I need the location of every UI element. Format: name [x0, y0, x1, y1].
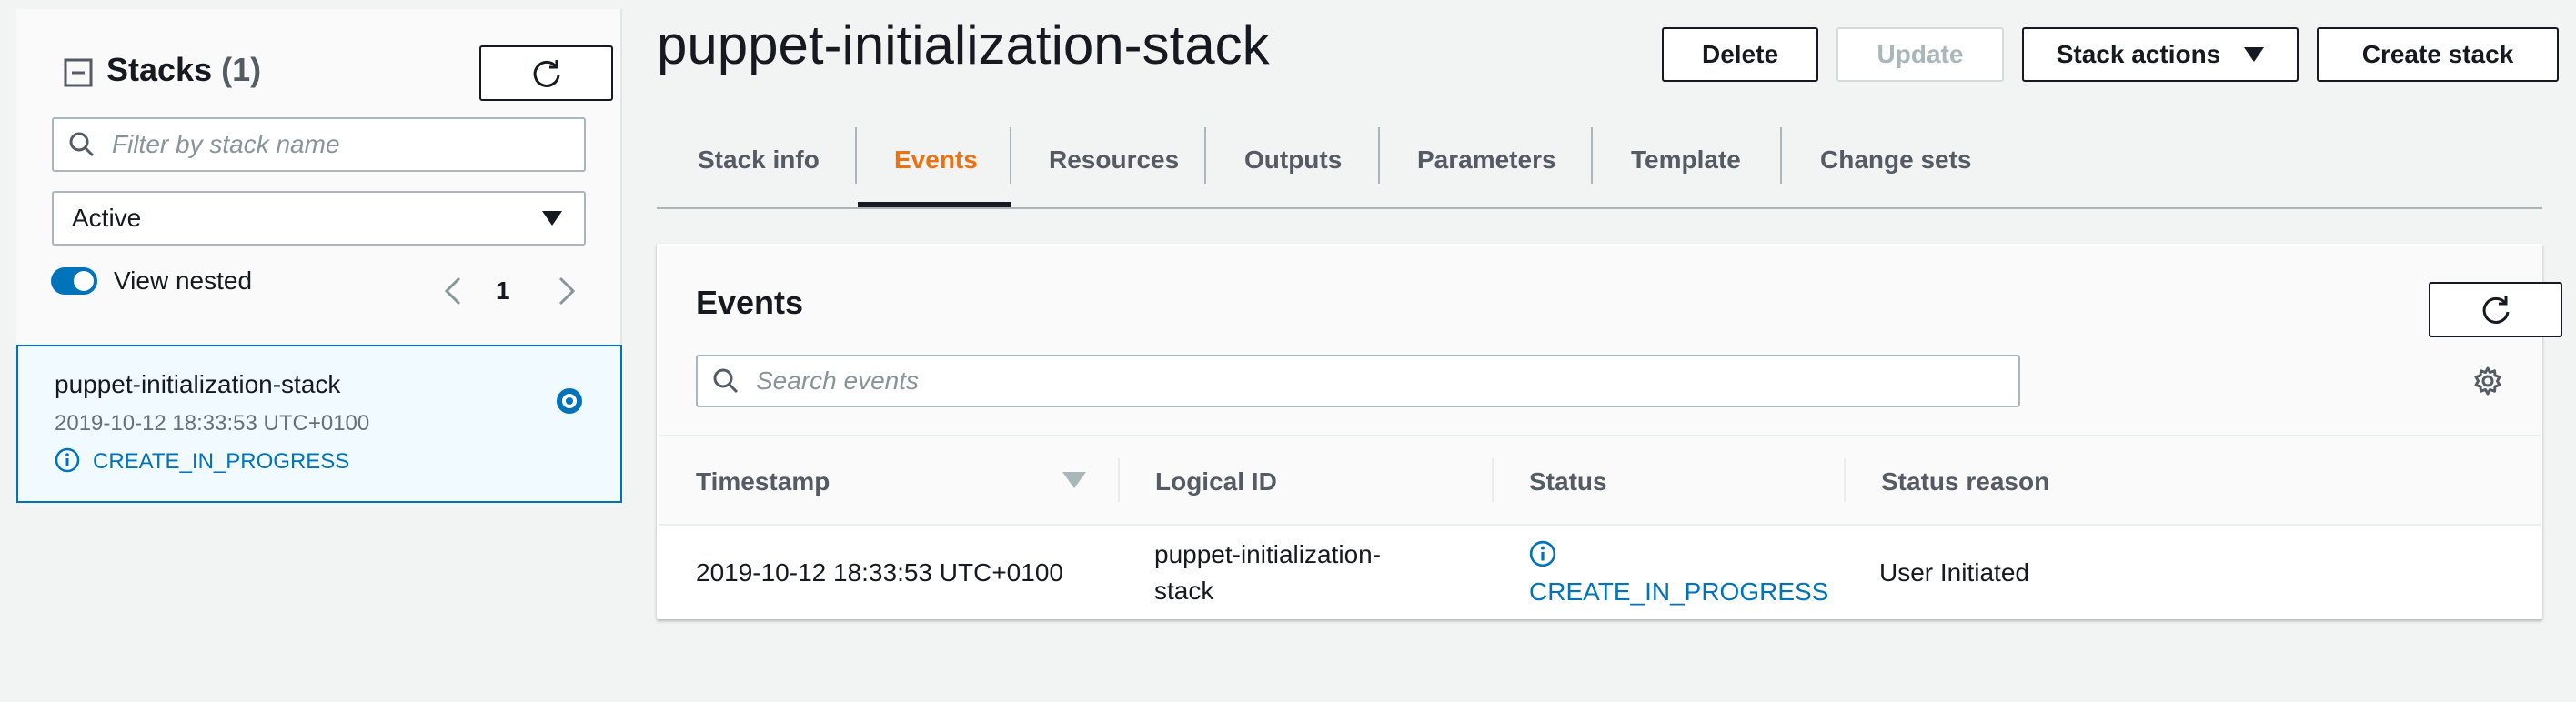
tab-template[interactable]: Template	[1631, 145, 1741, 175]
tab-outputs[interactable]: Outputs	[1244, 145, 1342, 175]
active-tab-indicator	[858, 202, 1011, 207]
stack-select-radio[interactable]	[557, 388, 582, 414]
tab-resources[interactable]: Resources	[1049, 145, 1179, 175]
event-logical-id-line2: stack	[1154, 577, 1214, 605]
view-nested-label: View nested	[114, 266, 253, 295]
event-status: CREATE_IN_PROGRESS	[1529, 577, 1829, 606]
stack-actions-button[interactable]: Stack actions	[2022, 27, 2299, 82]
stacks-title: Stacks (1)	[106, 51, 261, 89]
next-page-icon[interactable]	[553, 275, 579, 307]
sort-descending-icon[interactable]	[1062, 472, 1086, 488]
events-search-input[interactable]: Search events	[696, 355, 2020, 407]
search-icon	[68, 131, 96, 158]
column-divider	[1118, 458, 1120, 502]
column-header-status[interactable]: Status	[1529, 467, 1607, 496]
caret-down-icon	[2244, 47, 2265, 62]
event-logical-id-line1: puppet-initialization-	[1154, 540, 1382, 568]
stack-filter-input[interactable]: Filter by stack name	[52, 117, 586, 172]
previous-page-icon[interactable]	[441, 275, 467, 307]
tab-events[interactable]: Events	[894, 145, 978, 175]
view-nested-toggle[interactable]	[51, 267, 97, 295]
tab-divider	[1780, 127, 1782, 184]
stack-filter-placeholder: Filter by stack name	[112, 130, 340, 158]
delete-button[interactable]: Delete	[1662, 27, 1818, 82]
tab-bar: Stack info Events Resources Outputs Para…	[657, 118, 2542, 209]
info-icon	[1529, 540, 1556, 567]
column-divider	[1492, 458, 1494, 502]
stacks-title-label: Stacks	[106, 51, 213, 88]
search-icon	[712, 367, 740, 395]
event-timestamp: 2019-10-12 18:33:53 UTC+0100	[696, 558, 1063, 587]
page-number[interactable]: 1	[496, 276, 510, 306]
page-title: puppet-initialization-stack	[657, 15, 1270, 75]
events-title: Events	[696, 284, 804, 321]
stack-name[interactable]: puppet-initialization-stack	[55, 370, 340, 399]
tab-stack-info[interactable]: Stack info	[698, 145, 820, 175]
stack-status: CREATE_IN_PROGRESS	[93, 449, 350, 474]
column-header-logical-id[interactable]: Logical ID	[1155, 467, 1277, 496]
tab-divider	[1591, 127, 1593, 184]
events-search-placeholder: Search events	[756, 366, 919, 395]
stack-status-select-value: Active	[72, 204, 142, 232]
tab-divider	[1204, 127, 1206, 184]
gear-icon[interactable]	[2472, 366, 2503, 396]
stack-status-select[interactable]: Active	[52, 191, 586, 246]
stack-timestamp: 2019-10-12 18:33:53 UTC+0100	[55, 411, 370, 436]
event-status-reason: User Initiated	[1879, 558, 2029, 587]
column-divider	[1844, 458, 1846, 502]
tab-divider	[1010, 127, 1011, 184]
stacks-refresh-button[interactable]	[479, 45, 613, 101]
tab-parameters[interactable]: Parameters	[1417, 145, 1556, 175]
refresh-icon	[530, 57, 563, 90]
stacks-count: (1)	[221, 51, 262, 88]
info-icon	[55, 447, 80, 473]
caret-down-icon	[542, 211, 562, 226]
column-header-timestamp[interactable]: Timestamp	[696, 467, 830, 496]
column-header-status-reason[interactable]: Status reason	[1881, 467, 2049, 496]
refresh-icon	[2480, 294, 2512, 326]
update-button[interactable]: Update	[1836, 27, 2004, 82]
events-refresh-button[interactable]	[2429, 282, 2562, 337]
tab-change-sets[interactable]: Change sets	[1820, 145, 1972, 175]
tab-divider	[855, 127, 857, 184]
collapse-icon[interactable]	[64, 58, 93, 87]
create-stack-button[interactable]: Create stack	[2317, 27, 2559, 82]
stack-actions-label: Stack actions	[2056, 40, 2221, 68]
tab-divider	[1378, 127, 1380, 184]
